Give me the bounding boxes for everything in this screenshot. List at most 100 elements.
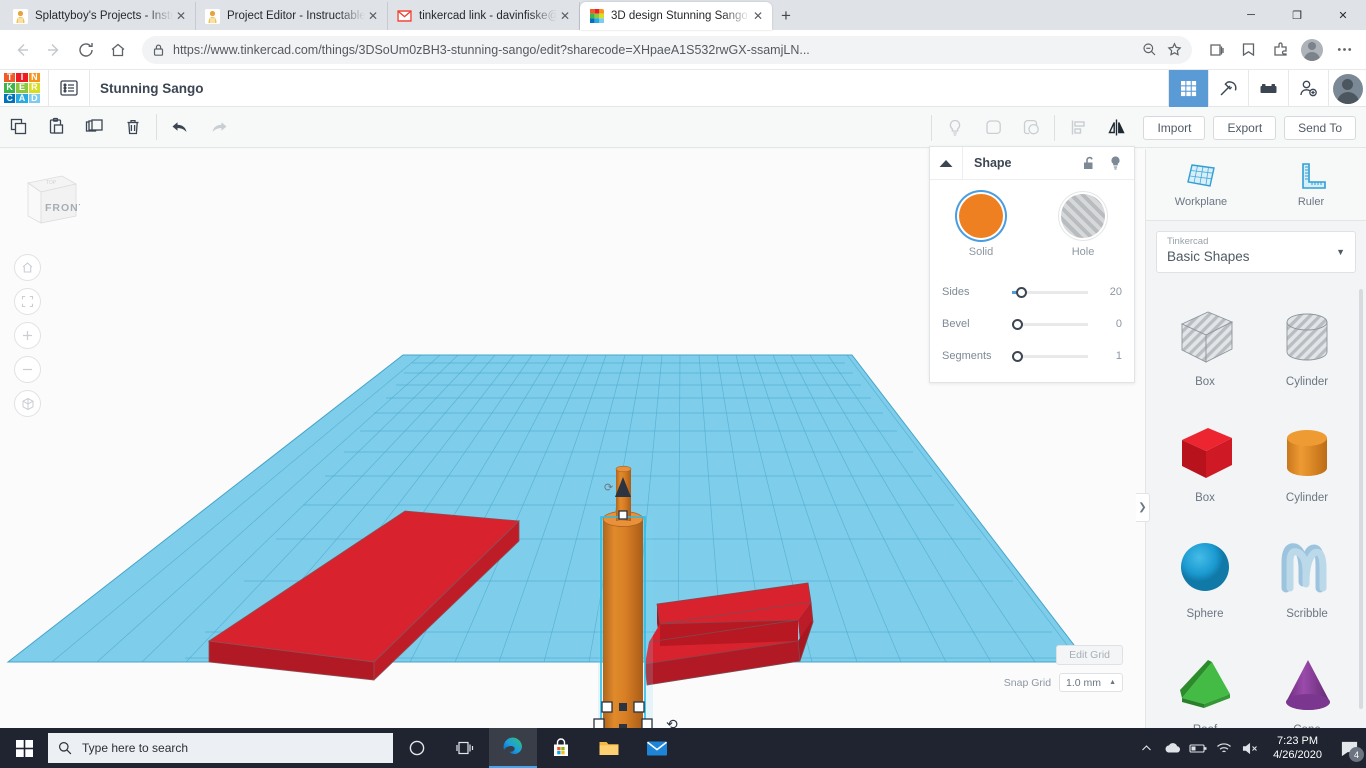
tinkercad-logo-icon[interactable]: T I N K E R C A D	[4, 72, 40, 103]
favorites-icon[interactable]	[1232, 34, 1264, 66]
blocks-grid-button[interactable]	[1168, 70, 1208, 107]
ruler-tool[interactable]: Ruler	[1256, 149, 1366, 220]
search-placeholder: Type here to search	[82, 741, 189, 755]
taskbar-clock[interactable]: 7:23 PM 4/26/2020	[1263, 734, 1332, 762]
back-icon[interactable]	[6, 34, 38, 66]
browser-tab-active[interactable]: 3D design Stunning Sango | Tink ✕	[580, 2, 772, 30]
send-to-button[interactable]: Send To	[1284, 115, 1356, 140]
profile-icon[interactable]	[1296, 34, 1328, 66]
hole-swatch[interactable]	[1061, 194, 1105, 238]
address-bar[interactable]: https://www.tinkercad.com/things/3DSoUm0…	[142, 35, 1192, 64]
shape-parameter-sliders: Sides 20 Bevel 0 Segments 1	[930, 276, 1134, 372]
toolbar-right-group: Import Export Send To	[927, 107, 1356, 148]
fit-to-view-button[interactable]	[14, 288, 41, 315]
home-view-button[interactable]	[14, 254, 41, 281]
tab-close-icon[interactable]: ✕	[557, 9, 573, 23]
start-button[interactable]	[0, 728, 48, 768]
workplane-tool[interactable]: Workplane	[1146, 149, 1256, 220]
snap-grid-select[interactable]: 1.0 mm ▲	[1059, 673, 1123, 692]
cloud-icon[interactable]	[1159, 728, 1185, 768]
shape-item-sphere[interactable]: Sphere	[1154, 522, 1256, 634]
notification-center-button[interactable]: 4	[1332, 728, 1366, 768]
browser-tab[interactable]: tinkercad link - davinfiske@gma ✕	[388, 2, 580, 30]
lightbulb-icon[interactable]	[1102, 155, 1128, 171]
shape-item-cone[interactable]: Cone	[1256, 638, 1358, 728]
logo-tile: N	[28, 72, 40, 83]
workplane-label: Workplane	[1174, 196, 1228, 208]
star-icon[interactable]	[1167, 42, 1182, 57]
undo-icon[interactable]	[161, 107, 199, 148]
user-avatar[interactable]	[1328, 70, 1366, 107]
segments-slider[interactable]	[1012, 350, 1088, 362]
shape-item-roof[interactable]: Roof	[1154, 638, 1256, 728]
design-title[interactable]: Stunning Sango	[100, 81, 204, 96]
export-button[interactable]: Export	[1213, 115, 1277, 140]
view-cube[interactable]: FRONT TOP	[18, 171, 85, 231]
list-menu-icon[interactable]	[49, 70, 89, 107]
bevel-slider[interactable]	[1012, 318, 1088, 330]
shape-item-hole-box[interactable]: Box	[1154, 290, 1256, 402]
browser-window: Splattyboy's Projects - Instructab ✕ Pro…	[0, 0, 1366, 768]
shape-item-box[interactable]: Box	[1154, 406, 1256, 518]
lego-brick-icon[interactable]	[1248, 70, 1288, 107]
maximize-button[interactable]: ❐	[1274, 0, 1320, 30]
edge-browser-button[interactable]	[489, 728, 537, 768]
wifi-icon[interactable]	[1211, 728, 1237, 768]
tab-close-icon[interactable]: ✕	[173, 9, 189, 23]
home-icon[interactable]	[102, 34, 134, 66]
chevron-up-icon[interactable]	[1133, 728, 1159, 768]
browser-tab[interactable]: Splattyboy's Projects - Instructab ✕	[4, 2, 196, 30]
copy-icon[interactable]	[0, 107, 38, 148]
hole-mode-option[interactable]: Hole	[1061, 194, 1105, 258]
solid-color-swatch[interactable]	[959, 194, 1003, 238]
divider	[89, 69, 90, 107]
minecraft-button[interactable]	[1208, 70, 1248, 107]
lock-icon	[152, 43, 165, 57]
tab-close-icon[interactable]: ✕	[365, 9, 381, 23]
trash-icon[interactable]	[114, 107, 152, 148]
microsoft-store-button[interactable]	[537, 728, 585, 768]
close-window-button[interactable]: ✕	[1320, 0, 1366, 30]
duplicate-icon[interactable]	[76, 107, 114, 148]
battery-icon[interactable]	[1185, 728, 1211, 768]
shape-library-select[interactable]: Tinkercad Basic Shapes ▼	[1156, 231, 1356, 273]
chevron-up-icon[interactable]	[930, 146, 963, 180]
align-icon	[1059, 107, 1097, 148]
shape-item-hole-cylinder[interactable]: Cylinder	[1256, 290, 1358, 402]
solid-mode-option[interactable]: Solid	[959, 194, 1003, 258]
shape-item-cylinder[interactable]: Cylinder	[1256, 406, 1358, 518]
sidebar-collapse-handle[interactable]: ❯	[1136, 493, 1150, 522]
new-tab-button[interactable]: +	[772, 2, 800, 30]
sides-slider[interactable]	[1012, 286, 1088, 298]
extensions-icon[interactable]	[1264, 34, 1296, 66]
shape-library-grid: Box Cylinder Box Cylinder Sphere Scribbl…	[1146, 284, 1366, 728]
more-icon[interactable]	[1328, 34, 1360, 66]
edit-grid-button[interactable]: Edit Grid	[1056, 645, 1123, 665]
browser-tab[interactable]: Project Editor - Instructables ✕	[196, 2, 388, 30]
zoom-out-icon[interactable]	[1142, 42, 1157, 57]
search-input[interactable]: Type here to search	[48, 733, 393, 763]
minimize-button[interactable]: ─	[1228, 0, 1274, 30]
svg-text:FRONT: FRONT	[45, 202, 80, 214]
shape-label: Box	[1195, 376, 1215, 388]
paste-icon[interactable]	[38, 107, 76, 148]
import-button[interactable]: Import	[1143, 115, 1206, 140]
tab-close-icon[interactable]: ✕	[750, 9, 766, 23]
sidebar-scrollbar[interactable]	[1359, 289, 1363, 709]
collections-icon[interactable]	[1200, 34, 1232, 66]
file-explorer-button[interactable]	[585, 728, 633, 768]
cortana-button[interactable]	[393, 728, 441, 768]
reload-icon[interactable]	[70, 34, 102, 66]
forward-icon[interactable]	[38, 34, 70, 66]
mirror-icon[interactable]	[1097, 107, 1135, 148]
perspective-toggle-button[interactable]	[14, 390, 41, 417]
speaker-muted-icon[interactable]	[1237, 728, 1263, 768]
task-view-button[interactable]	[441, 728, 489, 768]
shape-item-scribble[interactable]: Scribble	[1256, 522, 1358, 634]
zoom-out-button[interactable]	[14, 356, 41, 383]
zoom-in-button[interactable]	[14, 322, 41, 349]
ruler-label: Ruler	[1297, 196, 1325, 208]
add-person-icon[interactable]	[1288, 70, 1328, 107]
unlocked-icon[interactable]	[1076, 155, 1102, 171]
mail-button[interactable]	[633, 728, 681, 768]
